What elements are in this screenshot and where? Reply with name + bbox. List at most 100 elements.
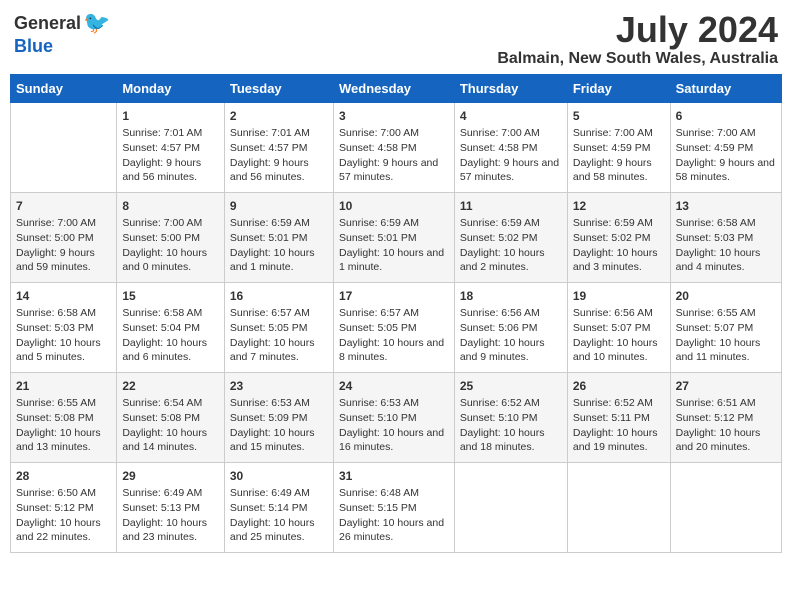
calendar-cell: 12Sunrise: 6:59 AMSunset: 5:02 PMDayligh… bbox=[567, 192, 670, 282]
calendar-cell: 2Sunrise: 7:01 AMSunset: 4:57 PMDaylight… bbox=[224, 102, 333, 192]
day-number: 2 bbox=[230, 108, 328, 125]
calendar-cell: 20Sunrise: 6:55 AMSunset: 5:07 PMDayligh… bbox=[670, 282, 781, 372]
day-info: Sunrise: 6:58 AMSunset: 5:04 PMDaylight:… bbox=[122, 306, 219, 365]
calendar-cell: 23Sunrise: 6:53 AMSunset: 5:09 PMDayligh… bbox=[224, 372, 333, 462]
day-number: 26 bbox=[573, 378, 665, 395]
day-info: Sunrise: 6:57 AMSunset: 5:05 PMDaylight:… bbox=[339, 306, 449, 365]
day-info: Sunrise: 6:53 AMSunset: 5:10 PMDaylight:… bbox=[339, 396, 449, 455]
calendar-cell: 31Sunrise: 6:48 AMSunset: 5:15 PMDayligh… bbox=[333, 462, 454, 552]
calendar-cell: 16Sunrise: 6:57 AMSunset: 5:05 PMDayligh… bbox=[224, 282, 333, 372]
calendar-cell: 6Sunrise: 7:00 AMSunset: 4:59 PMDaylight… bbox=[670, 102, 781, 192]
day-number: 18 bbox=[460, 288, 562, 305]
day-number: 27 bbox=[676, 378, 776, 395]
calendar-cell bbox=[454, 462, 567, 552]
day-number: 19 bbox=[573, 288, 665, 305]
day-info: Sunrise: 7:00 AMSunset: 4:58 PMDaylight:… bbox=[339, 126, 449, 185]
day-info: Sunrise: 6:53 AMSunset: 5:09 PMDaylight:… bbox=[230, 396, 328, 455]
day-info: Sunrise: 6:57 AMSunset: 5:05 PMDaylight:… bbox=[230, 306, 328, 365]
weekday-header-sunday: Sunday bbox=[11, 74, 117, 102]
day-number: 8 bbox=[122, 198, 219, 215]
day-number: 10 bbox=[339, 198, 449, 215]
day-info: Sunrise: 7:00 AMSunset: 5:00 PMDaylight:… bbox=[16, 216, 111, 275]
calendar-cell: 13Sunrise: 6:58 AMSunset: 5:03 PMDayligh… bbox=[670, 192, 781, 282]
weekday-header-monday: Monday bbox=[117, 74, 225, 102]
calendar-cell: 5Sunrise: 7:00 AMSunset: 4:59 PMDaylight… bbox=[567, 102, 670, 192]
day-info: Sunrise: 6:51 AMSunset: 5:12 PMDaylight:… bbox=[676, 396, 776, 455]
month-title: July 2024 bbox=[497, 10, 778, 50]
calendar-cell: 22Sunrise: 6:54 AMSunset: 5:08 PMDayligh… bbox=[117, 372, 225, 462]
day-info: Sunrise: 6:52 AMSunset: 5:11 PMDaylight:… bbox=[573, 396, 665, 455]
calendar-cell: 3Sunrise: 7:00 AMSunset: 4:58 PMDaylight… bbox=[333, 102, 454, 192]
logo-bird-icon: 🐦 bbox=[83, 10, 110, 36]
calendar-cell: 26Sunrise: 6:52 AMSunset: 5:11 PMDayligh… bbox=[567, 372, 670, 462]
calendar-cell: 4Sunrise: 7:00 AMSunset: 4:58 PMDaylight… bbox=[454, 102, 567, 192]
day-number: 12 bbox=[573, 198, 665, 215]
calendar-cell: 29Sunrise: 6:49 AMSunset: 5:13 PMDayligh… bbox=[117, 462, 225, 552]
day-info: Sunrise: 6:54 AMSunset: 5:08 PMDaylight:… bbox=[122, 396, 219, 455]
day-number: 20 bbox=[676, 288, 776, 305]
location-title: Balmain, New South Wales, Australia bbox=[497, 50, 778, 68]
day-info: Sunrise: 7:00 AMSunset: 4:59 PMDaylight:… bbox=[573, 126, 665, 185]
day-number: 23 bbox=[230, 378, 328, 395]
day-info: Sunrise: 7:00 AMSunset: 4:59 PMDaylight:… bbox=[676, 126, 776, 185]
day-info: Sunrise: 7:01 AMSunset: 4:57 PMDaylight:… bbox=[230, 126, 328, 185]
day-number: 16 bbox=[230, 288, 328, 305]
calendar-cell: 11Sunrise: 6:59 AMSunset: 5:02 PMDayligh… bbox=[454, 192, 567, 282]
calendar-cell: 10Sunrise: 6:59 AMSunset: 5:01 PMDayligh… bbox=[333, 192, 454, 282]
day-info: Sunrise: 6:52 AMSunset: 5:10 PMDaylight:… bbox=[460, 396, 562, 455]
title-block: July 2024 Balmain, New South Wales, Aust… bbox=[497, 10, 778, 68]
weekday-header-thursday: Thursday bbox=[454, 74, 567, 102]
calendar-cell: 1Sunrise: 7:01 AMSunset: 4:57 PMDaylight… bbox=[117, 102, 225, 192]
calendar-cell: 30Sunrise: 6:49 AMSunset: 5:14 PMDayligh… bbox=[224, 462, 333, 552]
day-number: 15 bbox=[122, 288, 219, 305]
page-header: General 🐦 Blue July 2024 Balmain, New So… bbox=[10, 10, 782, 68]
calendar-cell: 24Sunrise: 6:53 AMSunset: 5:10 PMDayligh… bbox=[333, 372, 454, 462]
logo: General 🐦 Blue bbox=[14, 10, 110, 57]
day-number: 1 bbox=[122, 108, 219, 125]
calendar-cell: 17Sunrise: 6:57 AMSunset: 5:05 PMDayligh… bbox=[333, 282, 454, 372]
logo-general: General bbox=[14, 13, 81, 34]
day-number: 4 bbox=[460, 108, 562, 125]
day-number: 3 bbox=[339, 108, 449, 125]
calendar-cell: 15Sunrise: 6:58 AMSunset: 5:04 PMDayligh… bbox=[117, 282, 225, 372]
day-info: Sunrise: 7:00 AMSunset: 4:58 PMDaylight:… bbox=[460, 126, 562, 185]
day-number: 30 bbox=[230, 468, 328, 485]
weekday-header-wednesday: Wednesday bbox=[333, 74, 454, 102]
day-number: 6 bbox=[676, 108, 776, 125]
calendar-cell: 9Sunrise: 6:59 AMSunset: 5:01 PMDaylight… bbox=[224, 192, 333, 282]
day-number: 9 bbox=[230, 198, 328, 215]
day-info: Sunrise: 6:56 AMSunset: 5:06 PMDaylight:… bbox=[460, 306, 562, 365]
day-number: 11 bbox=[460, 198, 562, 215]
day-number: 21 bbox=[16, 378, 111, 395]
day-number: 29 bbox=[122, 468, 219, 485]
day-info: Sunrise: 6:50 AMSunset: 5:12 PMDaylight:… bbox=[16, 486, 111, 545]
day-info: Sunrise: 6:59 AMSunset: 5:02 PMDaylight:… bbox=[460, 216, 562, 275]
day-number: 22 bbox=[122, 378, 219, 395]
calendar-table: SundayMondayTuesdayWednesdayThursdayFrid… bbox=[10, 74, 782, 553]
day-info: Sunrise: 6:48 AMSunset: 5:15 PMDaylight:… bbox=[339, 486, 449, 545]
day-info: Sunrise: 6:59 AMSunset: 5:01 PMDaylight:… bbox=[339, 216, 449, 275]
day-number: 25 bbox=[460, 378, 562, 395]
day-number: 24 bbox=[339, 378, 449, 395]
day-info: Sunrise: 6:56 AMSunset: 5:07 PMDaylight:… bbox=[573, 306, 665, 365]
weekday-header-saturday: Saturday bbox=[670, 74, 781, 102]
day-info: Sunrise: 6:58 AMSunset: 5:03 PMDaylight:… bbox=[16, 306, 111, 365]
calendar-cell bbox=[567, 462, 670, 552]
calendar-cell: 19Sunrise: 6:56 AMSunset: 5:07 PMDayligh… bbox=[567, 282, 670, 372]
day-info: Sunrise: 7:00 AMSunset: 5:00 PMDaylight:… bbox=[122, 216, 219, 275]
calendar-cell bbox=[11, 102, 117, 192]
calendar-cell: 25Sunrise: 6:52 AMSunset: 5:10 PMDayligh… bbox=[454, 372, 567, 462]
day-info: Sunrise: 6:58 AMSunset: 5:03 PMDaylight:… bbox=[676, 216, 776, 275]
day-number: 13 bbox=[676, 198, 776, 215]
calendar-cell bbox=[670, 462, 781, 552]
day-info: Sunrise: 6:49 AMSunset: 5:13 PMDaylight:… bbox=[122, 486, 219, 545]
day-number: 14 bbox=[16, 288, 111, 305]
day-info: Sunrise: 6:55 AMSunset: 5:07 PMDaylight:… bbox=[676, 306, 776, 365]
calendar-cell: 18Sunrise: 6:56 AMSunset: 5:06 PMDayligh… bbox=[454, 282, 567, 372]
weekday-header-friday: Friday bbox=[567, 74, 670, 102]
calendar-cell: 8Sunrise: 7:00 AMSunset: 5:00 PMDaylight… bbox=[117, 192, 225, 282]
calendar-cell: 14Sunrise: 6:58 AMSunset: 5:03 PMDayligh… bbox=[11, 282, 117, 372]
day-info: Sunrise: 6:59 AMSunset: 5:01 PMDaylight:… bbox=[230, 216, 328, 275]
day-number: 31 bbox=[339, 468, 449, 485]
logo-blue: Blue bbox=[14, 36, 53, 57]
